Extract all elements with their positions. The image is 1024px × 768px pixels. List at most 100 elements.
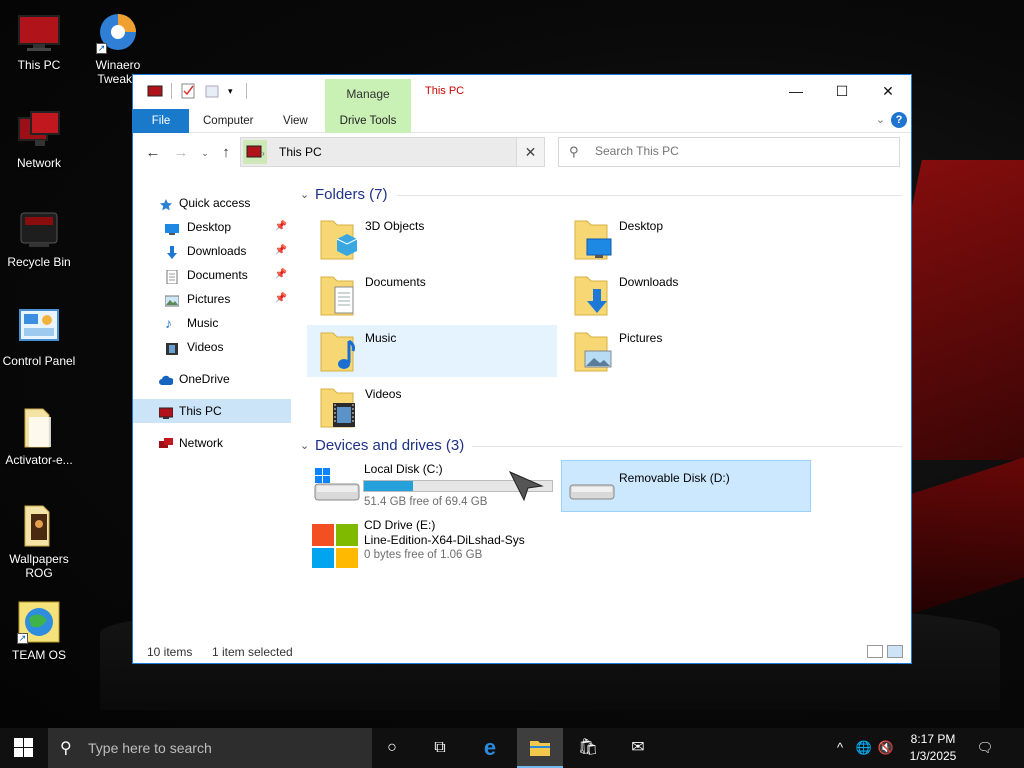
show-hidden-icons-icon[interactable]: ^ [830,728,850,768]
nav-item-desktop[interactable]: Desktop 📌 [133,215,291,239]
folder-downloads[interactable]: Downloads [561,269,811,321]
windows-logo-icon [311,522,361,568]
pin-icon: 📌 [274,293,287,304]
cortana-icon[interactable]: ○ [369,728,415,768]
edge-icon[interactable]: e [467,728,513,768]
hard-drive-icon [311,466,361,506]
3d-objects-icon [319,217,359,263]
network-icon [15,108,63,152]
language-globe-icon[interactable]: 🌐 [854,728,874,768]
breadcrumb[interactable]: This PC [279,145,322,159]
expand-ribbon-icon[interactable]: ⌄ [876,113,885,126]
nav-item-quick-access[interactable]: Quick access [133,191,291,215]
nav-item-videos[interactable]: Videos [133,335,291,359]
nav-item-onedrive[interactable]: OneDrive [133,367,291,391]
minimize-button[interactable]: — [773,75,819,107]
cloud-icon [159,372,174,386]
folder-videos[interactable]: Videos [307,381,557,433]
file-explorer-taskbar-icon[interactable] [517,728,563,768]
nav-item-music[interactable]: ♪ Music [133,311,291,335]
music-icon: ♪ [165,315,172,331]
drive-e[interactable]: CD Drive (E:) Line-Edition-X64-DiLshad-S… [307,516,557,568]
search-icon: ⚲ [569,144,579,159]
nav-item-this-pc[interactable]: This PC [133,399,291,423]
desktop-icon-network[interactable]: Network [0,108,78,170]
details-view-icon[interactable] [867,645,883,658]
this-pc-icon [15,10,63,54]
mail-icon[interactable]: ✉ [615,728,661,768]
videos-icon [319,385,359,431]
desktop-icon-this-pc[interactable]: This PC [0,10,78,72]
volume-muted-icon[interactable]: 🔇 [876,728,896,768]
close-button[interactable]: ✕ [865,75,911,107]
collapse-chevron-icon[interactable]: ⌄ [300,183,309,207]
folder-music[interactable]: Music [307,325,557,377]
team-os-icon: ↗ [15,600,63,644]
clock[interactable]: 8:17 PM 1/3/2025 [902,731,964,765]
desktop-icon [165,220,179,235]
mouse-cursor-icon [508,470,544,505]
new-folder-icon[interactable] [204,83,220,99]
notification-center-icon[interactable]: 🗨 [972,728,998,768]
desktop-icon-wallpapers[interactable]: Wallpapers ROG [0,504,78,580]
recent-locations-icon[interactable]: ⌄ [195,143,215,163]
properties-icon[interactable] [180,83,196,99]
tab-view[interactable]: View [273,109,318,133]
picture-icon [164,292,180,307]
start-button[interactable] [0,728,48,768]
document-icon [165,268,179,285]
wallpapers-icon [15,504,63,548]
tab-drive-tools[interactable]: Drive Tools [325,109,411,133]
nav-item-documents[interactable]: Documents 📌 [133,263,291,287]
selection-count: 1 item selected [212,645,293,659]
tab-manage[interactable]: Manage [325,79,411,109]
pin-icon: 📌 [274,269,287,280]
drive-d[interactable]: Removable Disk (D:) [561,460,811,512]
customize-qat-icon[interactable]: ▾ [228,83,238,99]
nav-item-downloads[interactable]: Downloads 📌 [133,239,291,263]
forward-arrow-icon[interactable]: → [171,143,191,163]
group-header-devices[interactable]: ⌄ Devices and drives (3) [297,434,907,458]
desktop-icon-activator[interactable]: Activator-e... [0,405,78,467]
collapse-chevron-icon[interactable]: ⌄ [300,434,309,458]
downloads-icon [573,273,613,319]
download-icon [165,244,179,259]
removable-disk-icon [566,467,616,507]
nav-item-network[interactable]: Network [133,431,291,455]
store-icon[interactable]: 🛍 [565,728,611,768]
nav-item-pictures[interactable]: Pictures 📌 [133,287,291,311]
desktop-icon-team-os[interactable]: ↗ TEAM OS [0,600,78,662]
help-icon[interactable]: ? [891,112,907,128]
search-input[interactable] [595,144,875,158]
taskbar-search-box[interactable]: ⚲ Type here to search [48,728,372,768]
maximize-button[interactable]: ☐ [819,75,865,107]
desktop-icon-recycle-bin[interactable]: Recycle Bin [0,207,78,269]
tab-computer[interactable]: Computer [193,109,264,133]
documents-icon [319,273,359,319]
ribbon-tabs: File Computer View Drive Tools ⌄ ? [133,109,911,133]
desktop-icon-control-panel[interactable]: Control Panel [0,306,78,368]
tab-file[interactable]: File [133,109,189,133]
winaero-tweaker-icon: ↗ [94,10,142,54]
video-icon [165,340,179,355]
clear-address-button[interactable]: ✕ [516,137,545,167]
folder-3d-objects[interactable]: 3D Objects [307,213,557,265]
address-bar[interactable]: › This PC ⌄ [240,137,545,167]
status-bar: 10 items 1 item selected [133,641,911,663]
navigation-pane: Quick access Desktop 📌 Downloads 📌 Docum… [133,181,291,631]
task-view-icon[interactable]: ⧉ [417,728,463,768]
content-area: ⌄ Folders (7) 3D Objects Desktop Documen… [297,181,907,641]
group-header-folders[interactable]: ⌄ Folders (7) [297,183,907,207]
folder-documents[interactable]: Documents [307,269,557,321]
pc-icon: › [243,140,267,164]
network-icon [159,436,173,450]
large-icons-view-icon[interactable] [887,645,903,658]
file-explorer-window: ▾ Manage This PC — ☐ ✕ File Computer Vie… [132,74,912,664]
search-box[interactable]: ⚲ [558,137,900,167]
pc-icon [147,83,163,99]
up-arrow-icon[interactable]: ↑ [216,143,236,163]
back-arrow-icon[interactable]: ← [143,143,163,163]
folder-desktop[interactable]: Desktop [561,213,811,265]
star-icon [159,196,173,211]
folder-pictures[interactable]: Pictures [561,325,811,377]
